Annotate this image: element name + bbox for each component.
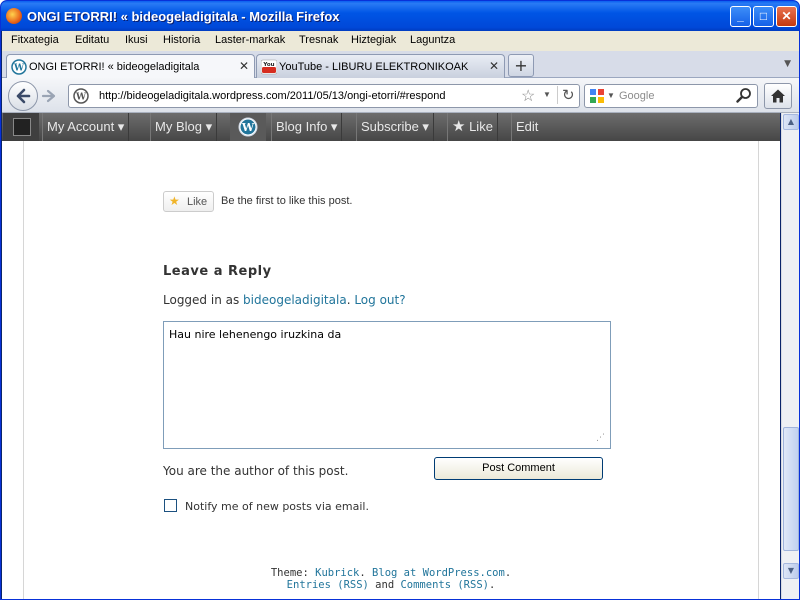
star-icon: ★ <box>452 118 466 135</box>
comment-textarea[interactable] <box>163 321 611 449</box>
search-input[interactable]: Google <box>619 90 654 102</box>
google-icon[interactable] <box>589 88 605 104</box>
author-note: You are the author of this post. <box>163 464 349 478</box>
like-menu[interactable]: ★ Like <box>447 113 498 141</box>
footer-and: and <box>368 579 401 591</box>
logout-link[interactable]: Log out? <box>354 293 405 307</box>
minimize-button[interactable]: _ <box>730 6 751 27</box>
url-history-dropdown-icon[interactable]: ▼ <box>543 90 551 99</box>
wordpress-admin-bar: My Account ▾ My Blog ▾ W Blog Info ▾ Sub… <box>2 113 780 141</box>
menu-laster-markak[interactable]: Laster-markak <box>215 34 285 46</box>
blavatar-icon <box>13 118 31 136</box>
forward-button[interactable] <box>38 86 60 106</box>
username-link[interactable]: bideogeladigitala <box>243 293 347 307</box>
theme-link[interactable]: Kubrick <box>315 567 359 579</box>
url-text[interactable]: http://bideogeladigitala.wordpress.com/2… <box>99 90 446 102</box>
footer-sep: . <box>359 567 373 579</box>
notify-checkbox[interactable] <box>164 499 177 512</box>
forward-arrow-icon <box>41 89 56 103</box>
tab-close-icon[interactable]: ✕ <box>489 59 499 73</box>
page-content: ★ Like Be the first to like this post. L… <box>2 141 780 599</box>
maximize-button[interactable]: □ <box>753 6 774 27</box>
svg-text:W: W <box>75 93 87 103</box>
edit-menu[interactable]: Edit <box>511 113 542 141</box>
tab-close-icon[interactable]: ✕ <box>239 59 249 73</box>
svg-text:W: W <box>241 121 255 134</box>
close-button[interactable]: ✕ <box>776 6 797 27</box>
my-account-menu[interactable]: My Account ▾ <box>42 113 130 141</box>
like-menu-label: Like <box>469 119 493 134</box>
scroll-down-icon[interactable]: ▼ <box>783 563 799 579</box>
youtube-icon: You <box>261 59 277 75</box>
search-engine-dropdown-icon[interactable]: ▼ <box>607 91 615 100</box>
footer-dot: . <box>504 567 512 579</box>
back-arrow-icon <box>16 88 31 104</box>
browser-window: ONGI ETORRI! « bideogeladigitala - Mozil… <box>0 0 800 600</box>
tab-strip: W ONGI ETORRI! « bideogeladigitala ✕ You… <box>2 51 799 79</box>
post-comment-button[interactable]: Post Comment <box>434 457 603 480</box>
menu-laguntza[interactable]: Laguntza <box>410 34 455 46</box>
reload-icon[interactable]: ↻ <box>557 86 575 104</box>
url-bar[interactable]: W http://bideogeladigitala.wordpress.com… <box>68 84 580 108</box>
footer: Theme: Kubrick. Blog at WordPress.com. E… <box>23 567 759 591</box>
tab-youtube[interactable]: You YouTube - LIBURU ELEKTRONIKOAK ✕ <box>256 54 505 78</box>
back-button[interactable] <box>8 81 38 111</box>
reply-title: Leave a Reply <box>163 264 272 279</box>
home-icon <box>771 89 785 103</box>
wordpress-logo-button[interactable]: W <box>230 113 266 141</box>
blavatar-button[interactable] <box>3 113 39 141</box>
like-button-label: Like <box>187 196 208 208</box>
window-title: ONGI ETORRI! « bideogeladigitala - Mozil… <box>27 9 340 24</box>
wordpress-icon: W <box>73 88 89 104</box>
wordpress-logo-icon: W <box>238 117 258 137</box>
menu-tresnak[interactable]: Tresnak <box>299 34 338 46</box>
menu-ikusi[interactable]: Ikusi <box>125 34 148 46</box>
search-box[interactable]: ▼ Google <box>584 84 758 108</box>
menu-fitxategia[interactable]: Fitxategia <box>11 34 59 46</box>
title-bar[interactable]: ONGI ETORRI! « bideogeladigitala - Mozil… <box>1 1 799 31</box>
vertical-scrollbar[interactable]: ▲ ▼ <box>781 113 799 599</box>
footer-dot2: . <box>488 579 496 591</box>
tab-list-arrow-icon[interactable]: ▼ <box>784 59 791 69</box>
entries-rss-link[interactable]: Entries (RSS) <box>287 579 369 591</box>
scroll-thumb[interactable] <box>783 427 799 551</box>
resize-grip-icon[interactable]: ⋰ <box>596 433 605 443</box>
svg-text:W: W <box>13 64 25 74</box>
menu-hiztegiak[interactable]: Hiztegiak <box>351 34 396 46</box>
scroll-up-icon[interactable]: ▲ <box>783 114 799 130</box>
wordpress-icon: W <box>11 59 27 75</box>
menu-editatu[interactable]: Editatu <box>75 34 109 46</box>
navigation-toolbar: W http://bideogeladigitala.wordpress.com… <box>2 78 799 113</box>
menu-historia[interactable]: Historia <box>163 34 200 46</box>
subscribe-menu[interactable]: Subscribe ▾ <box>356 113 434 141</box>
like-button[interactable]: ★ Like <box>163 191 214 212</box>
tab-label: ONGI ETORRI! « bideogeladigitala <box>29 61 200 73</box>
blog-info-menu[interactable]: Blog Info ▾ <box>271 113 343 141</box>
like-status-text: Be the first to like this post. <box>221 195 353 207</box>
tab-ongi-etorri[interactable]: W ONGI ETORRI! « bideogeladigitala ✕ <box>6 54 255 79</box>
svg-text:You: You <box>262 62 274 68</box>
firefox-icon <box>6 8 22 24</box>
search-icon[interactable] <box>736 87 752 103</box>
menu-bar: Fitxategia Editatu Ikusi Historia Laster… <box>2 31 799 51</box>
my-blog-menu[interactable]: My Blog ▾ <box>150 113 218 141</box>
comments-rss-link[interactable]: Comments (RSS) <box>400 579 489 591</box>
logged-in-line: Logged in as bideogeladigitala. Log out? <box>163 293 406 307</box>
tab-label: YouTube - LIBURU ELEKTRONIKOAK <box>279 61 469 73</box>
logged-in-prefix: Logged in as <box>163 293 244 307</box>
footer-theme-prefix: Theme: <box>270 567 316 579</box>
home-button[interactable] <box>764 83 792 109</box>
bookmark-star-icon[interactable]: ☆ <box>521 86 535 106</box>
notify-label: Notify me of new posts via email. <box>185 500 369 513</box>
new-tab-button[interactable]: + <box>508 54 534 77</box>
like-star-icon: ★ <box>169 194 180 208</box>
blog-link[interactable]: Blog at WordPress.com <box>372 567 505 579</box>
